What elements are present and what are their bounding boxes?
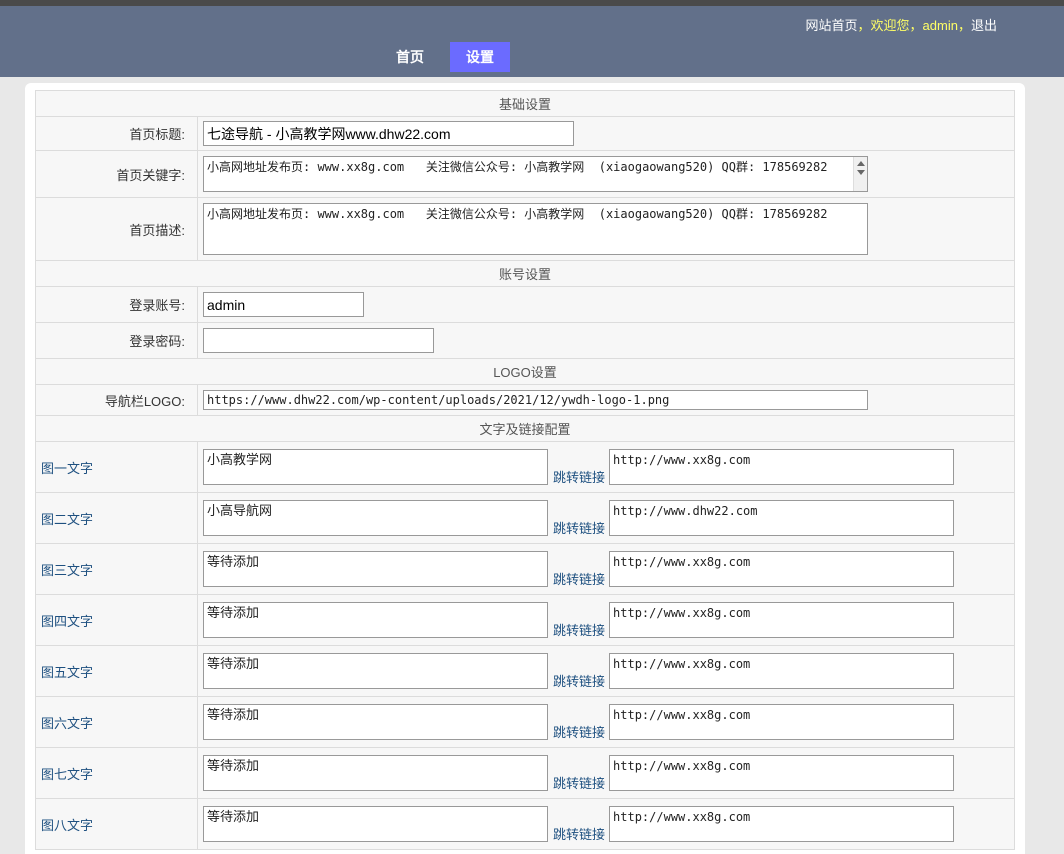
picture-text-input[interactable]: 小高教学网: [203, 449, 548, 485]
picture-row: 图四文字 等待添加 跳转链接 http://www.xx8g.com: [35, 594, 1015, 646]
description-label: 首页描述:: [35, 197, 198, 261]
section-basic: 基础设置: [35, 90, 1015, 117]
logo-label: 导航栏LOGO:: [35, 384, 198, 416]
keywords-label: 首页关键字:: [35, 150, 198, 198]
header-bar: 网站首页，欢迎您，admin，退出 首页 设置: [0, 6, 1064, 77]
password-label: 登录密码:: [35, 322, 198, 359]
top-links: 网站首页，欢迎您，admin，退出: [805, 15, 997, 34]
picture-text-input[interactable]: 等待添加: [203, 755, 548, 791]
section-links: 文字及链接配置: [35, 415, 1015, 442]
picture-link-input[interactable]: http://www.xx8g.com: [609, 704, 955, 740]
picture-text-input[interactable]: 等待添加: [203, 602, 548, 638]
welcome-text: 欢迎您: [870, 18, 910, 33]
picture-link-input[interactable]: http://www.xx8g.com: [609, 806, 955, 842]
picture-row: 图七文字 等待添加 跳转链接 http://www.xx8g.com: [35, 747, 1015, 799]
picture-link-input[interactable]: http://www.xx8g.com: [609, 551, 955, 587]
password-input[interactable]: [203, 328, 434, 353]
section-account: 账号设置: [35, 260, 1015, 287]
username-link[interactable]: admin: [923, 18, 958, 33]
username-input[interactable]: [203, 292, 364, 317]
picture-link-input[interactable]: http://www.xx8g.com: [609, 449, 955, 485]
picture-text-label: 图三文字: [35, 543, 198, 595]
settings-form: 基础设置 首页标题: 首页关键字: 小高网地址发布页: www.xx8g.com…: [35, 90, 1015, 850]
picture-text-input[interactable]: 小高导航网: [203, 500, 548, 536]
jump-link-label: 跳转链接: [553, 470, 606, 485]
picture-text-label: 图六文字: [35, 696, 198, 748]
picture-text-label: 图一文字: [35, 441, 198, 493]
picture-row: 图一文字 小高教学网 跳转链接 http://www.xx8g.com: [35, 441, 1015, 493]
jump-link-label: 跳转链接: [553, 776, 606, 791]
picture-row: 图三文字 等待添加 跳转链接 http://www.xx8g.com: [35, 543, 1015, 595]
username-label: 登录账号:: [35, 286, 198, 323]
jump-link-label: 跳转链接: [553, 521, 606, 536]
scrollbar[interactable]: [853, 157, 867, 191]
jump-link-label: 跳转链接: [553, 572, 606, 587]
jump-link-label: 跳转链接: [553, 827, 606, 842]
logout-link[interactable]: 退出: [971, 18, 997, 33]
logo-textarea[interactable]: https://www.dhw22.com/wp-content/uploads…: [203, 390, 868, 410]
site-home-link[interactable]: 网站首页: [805, 18, 857, 33]
jump-link-label: 跳转链接: [553, 623, 606, 638]
separator: ，: [909, 18, 923, 33]
picture-row: 图二文字 小高导航网 跳转链接 http://www.dhw22.com: [35, 492, 1015, 544]
title-label: 首页标题:: [35, 116, 198, 151]
title-input[interactable]: [203, 121, 574, 146]
picture-link-input[interactable]: http://www.xx8g.com: [609, 653, 955, 689]
separator: ，: [957, 18, 971, 33]
picture-text-label: 图二文字: [35, 492, 198, 544]
picture-text-label: 图五文字: [35, 645, 198, 697]
picture-row: 图八文字 等待添加 跳转链接 http://www.xx8g.com: [35, 798, 1015, 850]
picture-text-input[interactable]: 等待添加: [203, 806, 548, 842]
section-logo: LOGO设置: [35, 358, 1015, 385]
description-textarea[interactable]: 小高网地址发布页: www.xx8g.com 关注微信公众号: 小高教学网 (x…: [203, 203, 868, 255]
picture-link-input[interactable]: http://www.xx8g.com: [609, 602, 955, 638]
picture-text-label: 图八文字: [35, 798, 198, 850]
picture-link-input[interactable]: http://www.xx8g.com: [609, 755, 955, 791]
picture-row: 图五文字 等待添加 跳转链接 http://www.xx8g.com: [35, 645, 1015, 697]
jump-link-label: 跳转链接: [553, 674, 606, 689]
keywords-textarea[interactable]: 小高网地址发布页: www.xx8g.com 关注微信公众号: 小高教学网 (x…: [203, 156, 868, 192]
separator: ，: [857, 18, 871, 33]
nav-home[interactable]: 首页: [380, 42, 440, 72]
nav-settings[interactable]: 设置: [450, 42, 510, 72]
picture-text-label: 图四文字: [35, 594, 198, 646]
picture-row: 图六文字 等待添加 跳转链接 http://www.xx8g.com: [35, 696, 1015, 748]
picture-text-label: 图七文字: [35, 747, 198, 799]
picture-text-input[interactable]: 等待添加: [203, 704, 548, 740]
picture-text-input[interactable]: 等待添加: [203, 551, 548, 587]
jump-link-label: 跳转链接: [553, 725, 606, 740]
picture-link-input[interactable]: http://www.dhw22.com: [609, 500, 955, 536]
picture-text-input[interactable]: 等待添加: [203, 653, 548, 689]
